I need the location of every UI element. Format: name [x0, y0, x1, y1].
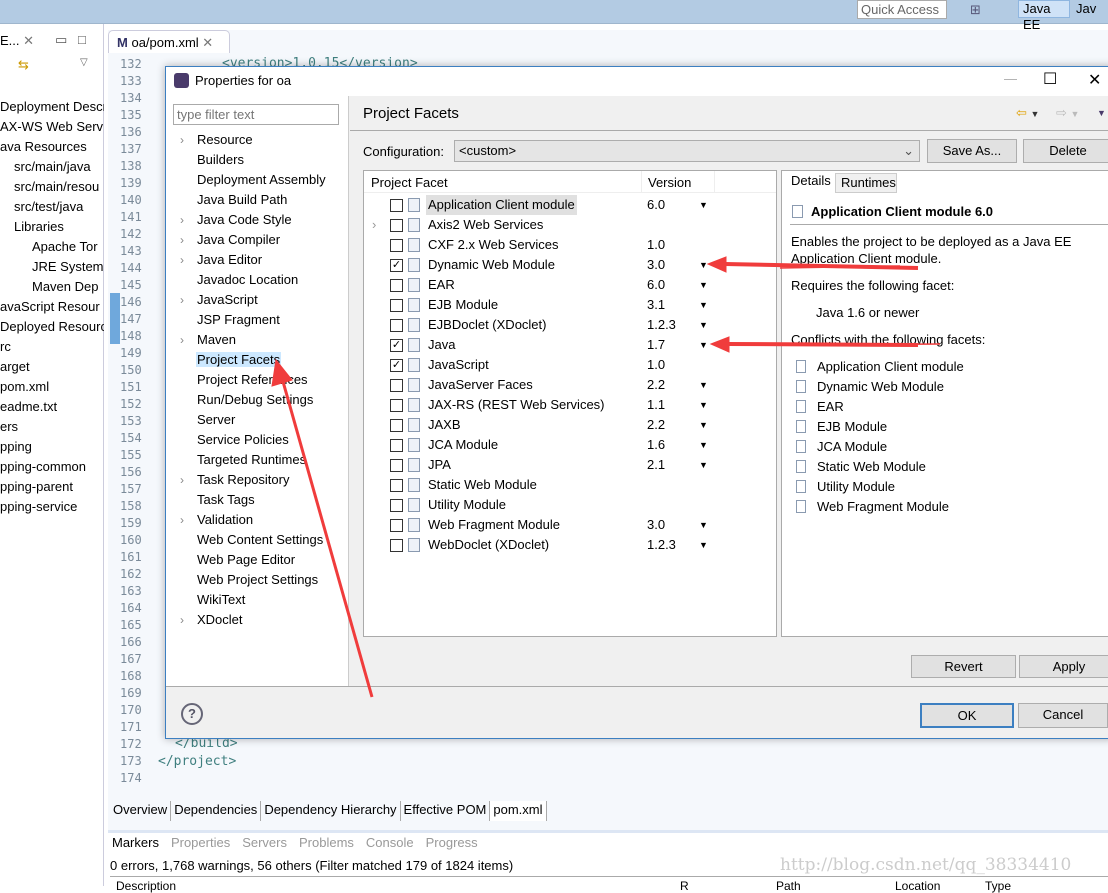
annotation-arrow-line — [280, 377, 374, 698]
annotation-underline — [779, 343, 941, 346]
annotation-arrowhead — [271, 358, 293, 387]
annotation-arrowhead — [706, 256, 727, 273]
annotation-arrowhead — [709, 336, 730, 353]
annotation-arrows — [271, 256, 941, 698]
